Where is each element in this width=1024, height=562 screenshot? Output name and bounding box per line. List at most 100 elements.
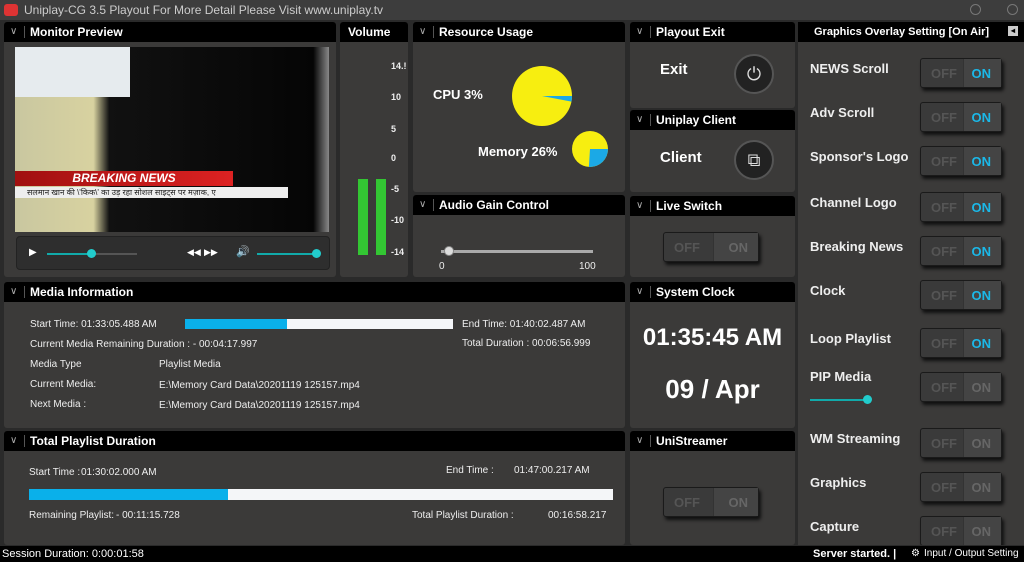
overlay-toggle[interactable]: OFF ON <box>920 236 1002 266</box>
on-label: ON <box>971 480 992 495</box>
panel-title: Resource Usage <box>439 25 534 39</box>
speaker-icon[interactable]: 🔊 <box>236 245 250 258</box>
chevron-down-icon[interactable]: ∨ <box>419 195 426 215</box>
left-level-meter <box>358 179 368 255</box>
chevron-down-icon[interactable]: ∨ <box>636 196 643 216</box>
unistreamer-toggle[interactable]: OFF ON <box>663 487 759 517</box>
overlay-label: WM Streaming <box>810 431 901 446</box>
collapse-icon[interactable]: ◂ <box>1008 26 1018 36</box>
live-switch-toggle[interactable]: OFF ON <box>663 232 759 262</box>
power-icon[interactable]: ⏻ <box>734 54 774 94</box>
panel-header: ∨ Audio Gain Control <box>413 195 625 215</box>
status-bar: Session Duration: 0:00:01:58 Server star… <box>0 546 1024 562</box>
volume-tick: 0 <box>391 153 397 163</box>
panel-header: ∨ Live Switch <box>630 196 795 216</box>
monitor-preview-panel: ∨ Monitor Preview BREAKING NEWS सलमान खान… <box>4 22 336 277</box>
overlay-toggle[interactable]: OFF ON <box>920 428 1002 458</box>
playlist-start-label: Start Time : <box>29 467 81 478</box>
panel-header: Volume <box>340 22 408 42</box>
seek-slider[interactable] <box>47 249 137 258</box>
cpu-label: CPU 3% <box>433 87 483 102</box>
chevron-down-icon[interactable]: ∨ <box>10 22 17 42</box>
video-preview: BREAKING NEWS सलमान खान की \'किक\' का उड… <box>15 47 329 232</box>
minimize-button[interactable] <box>970 4 981 15</box>
overlay-toggle[interactable]: OFF ON <box>920 372 1002 402</box>
right-level-meter <box>376 179 386 255</box>
on-label: ON <box>728 240 749 255</box>
overlay-label: NEWS Scroll <box>810 61 889 76</box>
chevron-down-icon[interactable]: ∨ <box>636 282 643 302</box>
off-label: OFF <box>931 244 957 259</box>
session-duration: Session Duration: 0:00:01:58 <box>2 548 144 560</box>
overlay-toggle[interactable]: OFF ON <box>920 58 1002 88</box>
volume-tick: -10 <box>391 215 405 225</box>
overlay-label: Loop Playlist <box>810 331 891 346</box>
overlay-toggle[interactable]: OFF ON <box>920 146 1002 176</box>
rewind-icon[interactable]: ◀◀ <box>187 247 201 258</box>
chevron-down-icon[interactable]: ∨ <box>419 22 426 42</box>
input-output-setting-link[interactable]: Input / Output Setting <box>924 546 1019 562</box>
panel-header: ∨ UniStreamer <box>630 431 795 451</box>
panel-header: ∨ Media Information <box>4 282 625 302</box>
memory-pie-chart <box>572 131 608 167</box>
panel-title: Total Playlist Duration <box>30 434 156 448</box>
on-label: ON <box>971 436 992 451</box>
volume-slider[interactable] <box>257 249 321 258</box>
panel-header: ∨ Playout Exit <box>630 22 795 42</box>
fast-forward-icon[interactable]: ▶▶ <box>204 247 218 258</box>
playlist-start-value: 01:30:02.000 AM <box>81 467 157 478</box>
playlist-duration-panel: ∨ Total Playlist Duration Start Time : 01… <box>4 431 625 545</box>
playlist-end-label: End Time : <box>446 465 494 476</box>
overlay-label: Breaking News <box>810 239 904 254</box>
audio-gain-slider[interactable] <box>441 246 593 256</box>
memory-label: Memory 26% <box>478 144 558 159</box>
panel-title: System Clock <box>656 285 735 299</box>
chevron-down-icon[interactable]: ∨ <box>10 282 17 302</box>
chevron-down-icon[interactable]: ∨ <box>10 431 17 451</box>
gain-min-label: 0 <box>439 261 445 272</box>
panel-header: ∨ Total Playlist Duration <box>4 431 625 451</box>
media-information-panel: ∨ Media Information Start Time: 01:33:05.… <box>4 282 625 428</box>
pip-media-slider[interactable] <box>810 395 872 404</box>
settings-icon[interactable]: ⚙ <box>911 546 920 562</box>
playlist-progress-bar <box>29 489 613 500</box>
overlay-label: Graphics <box>810 475 867 490</box>
playlist-end-value: 01:47:00.217 AM <box>514 465 590 476</box>
overlay-toggle[interactable]: OFF ON <box>920 192 1002 222</box>
overlay-toggle[interactable]: OFF ON <box>920 328 1002 358</box>
overlay-label: Adv Scroll <box>810 105 875 120</box>
total-playlist-label: Total Playlist Duration : <box>412 510 514 521</box>
chevron-down-icon[interactable]: ∨ <box>636 110 643 130</box>
panel-title: Uniplay Client <box>656 113 737 127</box>
off-label: OFF <box>931 380 957 395</box>
overlay-toggle[interactable]: OFF ON <box>920 102 1002 132</box>
cpu-pie-chart <box>512 66 572 126</box>
chevron-down-icon[interactable]: ∨ <box>636 431 643 451</box>
chevron-down-icon[interactable]: ∨ <box>636 22 643 42</box>
play-icon[interactable]: ▶ <box>29 247 37 258</box>
overlay-label: PIP Media <box>810 369 872 384</box>
overlay-label: Sponsor's Logo <box>810 149 909 164</box>
panel-title: UniStreamer <box>656 434 728 448</box>
panel-title: Audio Gain Control <box>439 198 549 212</box>
resource-usage-panel: ∨ Resource Usage CPU 3% Memory 26% <box>413 22 625 192</box>
close-button[interactable] <box>1007 4 1018 15</box>
on-label: ON <box>971 288 992 303</box>
panel-header: ∨ Monitor Preview <box>4 22 336 42</box>
overlay-label: Capture <box>810 519 860 534</box>
on-label: ON <box>971 154 992 169</box>
overlay-toggle[interactable]: OFF ON <box>920 516 1002 545</box>
remaining-playlist-label: Remaining Playlist: <box>29 510 115 521</box>
volume-tick: -14 <box>391 247 405 257</box>
off-label: OFF <box>931 336 957 351</box>
overlay-toggle[interactable]: OFF ON <box>920 280 1002 310</box>
clock-time: 01:35:45 AM <box>642 324 783 351</box>
external-link-icon[interactable]: ⧉ <box>734 140 774 180</box>
overlay-toggle[interactable]: OFF ON <box>920 472 1002 502</box>
total-playlist-value: 00:16:58.217 <box>548 510 607 521</box>
overlay-label: Clock <box>810 283 846 298</box>
panel-title: Playout Exit <box>656 25 725 39</box>
media-start-time: Start Time: 01:33:05.488 AM <box>30 319 157 330</box>
gain-max-label: 100 <box>579 261 596 272</box>
media-total-duration: Total Duration : 00:06:56.999 <box>462 338 591 349</box>
